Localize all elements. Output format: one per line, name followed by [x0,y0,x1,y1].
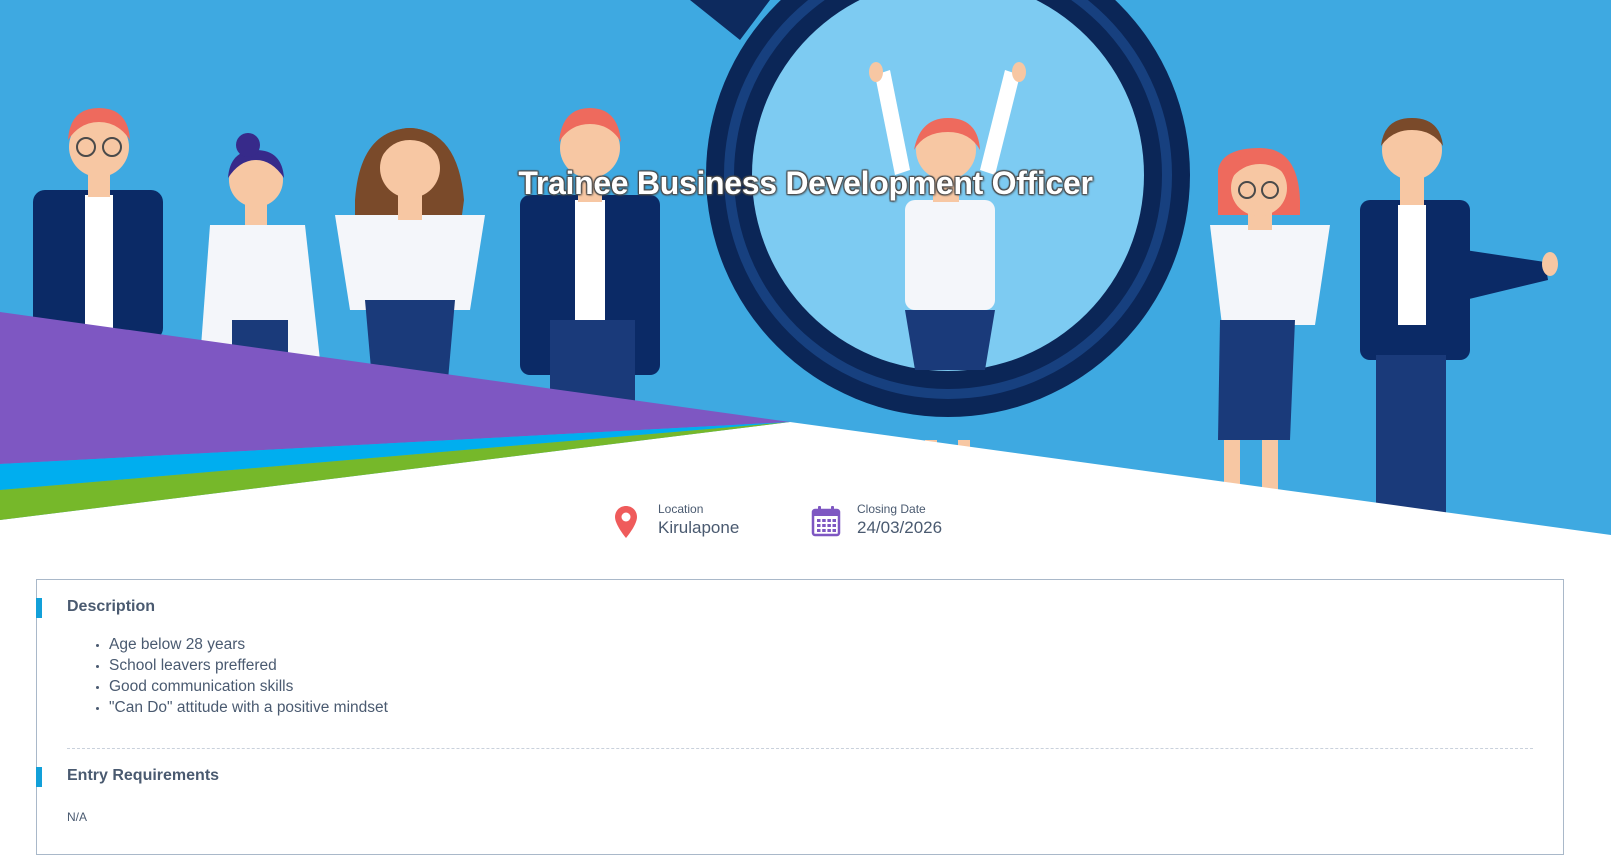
entry-requirements-value: N/A [67,810,88,824]
closing-date-label: Closing Date [857,502,926,516]
job-title: Trainee Business Development Officer [518,165,1093,201]
entry-requirements-accent-bar [36,767,42,787]
entry-requirements-heading: Entry Requirements [67,767,220,784]
description-item: Good communication skills [109,676,388,697]
section-divider [67,748,1533,749]
location-label: Location [658,502,704,516]
description-heading: Description [67,598,156,615]
hero-illustration [0,0,1611,560]
job-detail-card: Description Age below 28 years School le… [36,579,1564,855]
description-accent-bar [36,598,42,618]
closing-date-value: 24/03/2026 [857,518,943,537]
hero-banner: Trainee Business Development Officer [0,0,1611,560]
description-item: "Can Do" attitude with a positive mindse… [109,697,388,718]
description-item: School leavers preffered [109,655,388,676]
map-pin-icon [615,506,637,538]
calendar-icon [811,506,841,537]
job-meta: Location Kirulapone Closing Date 24/03/2… [0,500,1611,550]
location-meta: Location Kirulapone [614,500,794,550]
description-item: Age below 28 years [109,634,388,655]
location-value: Kirulapone [658,518,740,537]
closing-date-meta: Closing Date 24/03/2026 [811,500,1011,550]
job-detail-page: Trainee Business Development Officer Loc… [0,0,1611,865]
description-list: Age below 28 years School leavers preffe… [85,634,388,718]
